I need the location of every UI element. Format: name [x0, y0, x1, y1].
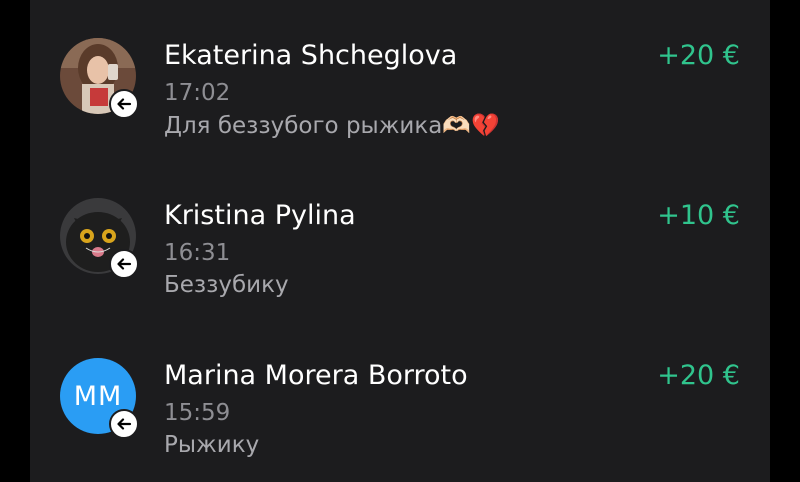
transaction-comment: Для беззубого рыжика🫶🏻💔	[164, 113, 500, 139]
incoming-arrow-icon	[109, 249, 139, 279]
transaction-row[interactable]: Ekaterina Shcheglova 17:02 Для беззубого…	[30, 0, 770, 150]
transaction-time: 16:31	[164, 240, 231, 266]
transaction-row[interactable]: MM Marina Morera Borroto 15:59 Рыжику +2…	[30, 320, 770, 470]
transaction-amount: +10 €	[657, 200, 740, 231]
sender-name: Marina Morera Borroto	[164, 360, 468, 391]
sender-name: Ekaterina Shcheglova	[164, 40, 458, 71]
transaction-amount: +20 €	[657, 360, 740, 391]
transaction-amount: +20 €	[657, 40, 740, 71]
incoming-arrow-icon	[109, 89, 139, 119]
incoming-arrow-icon	[109, 409, 139, 439]
transaction-comment: Рыжику	[164, 432, 260, 458]
transactions-list: Ekaterina Shcheglova 17:02 Для беззубого…	[30, 0, 770, 482]
transaction-time: 15:59	[164, 400, 231, 426]
transaction-time: 17:02	[164, 80, 231, 106]
sender-name: Kristina Pylina	[164, 200, 356, 231]
transaction-row[interactable]: Kristina Pylina 16:31 Беззубику +10 €	[30, 160, 770, 310]
transaction-comment: Беззубику	[164, 272, 289, 298]
